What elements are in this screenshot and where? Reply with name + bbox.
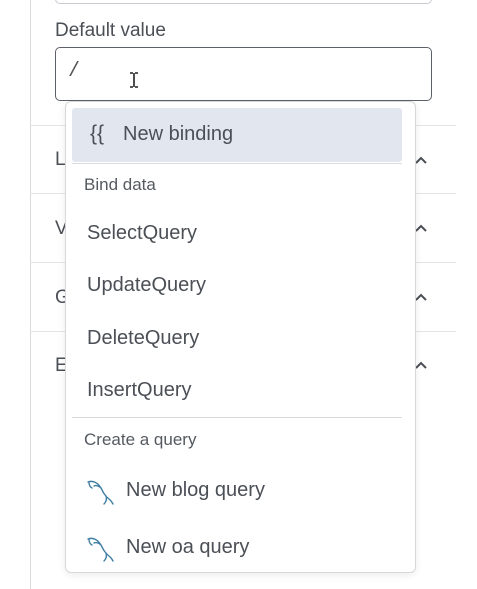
mysql-dolphin-icon [87,537,114,562]
create-option-oa[interactable]: New oa query [85,532,385,566]
create-option-oa-label: New oa query [126,536,250,558]
new-binding-option[interactable]: {{ New binding [72,108,402,162]
query-option-update[interactable]: UpdateQuery [87,274,206,297]
binding-dropdown-menu: {{ New binding Bind data SelectQuery Upd… [65,101,416,573]
default-value-label: Default value [55,20,166,41]
query-option-insert[interactable]: InsertQuery [87,379,191,402]
chevron-up-icon[interactable] [414,155,428,165]
section-l-title: L [55,149,66,170]
previous-field-input[interactable] [55,0,432,4]
divider [72,163,402,164]
chevron-up-icon[interactable] [414,360,428,370]
chevron-up-icon[interactable] [414,292,428,302]
query-option-delete[interactable]: DeleteQuery [87,327,199,350]
chevron-up-icon[interactable] [414,223,428,233]
curly-braces-icon: {{ [90,122,105,145]
create-option-blog-label: New blog query [126,479,265,501]
text-cursor-icon [130,72,138,88]
mysql-dolphin-icon [87,480,114,505]
default-value-text: / [68,60,81,83]
default-value-input[interactable]: / [55,47,432,101]
create-query-heading: Create a query [84,430,197,449]
bind-data-heading: Bind data [84,175,156,194]
create-option-blog[interactable]: New blog query [85,475,385,509]
query-option-select[interactable]: SelectQuery [87,222,197,245]
new-binding-label: New binding [123,123,234,145]
divider [72,417,402,418]
